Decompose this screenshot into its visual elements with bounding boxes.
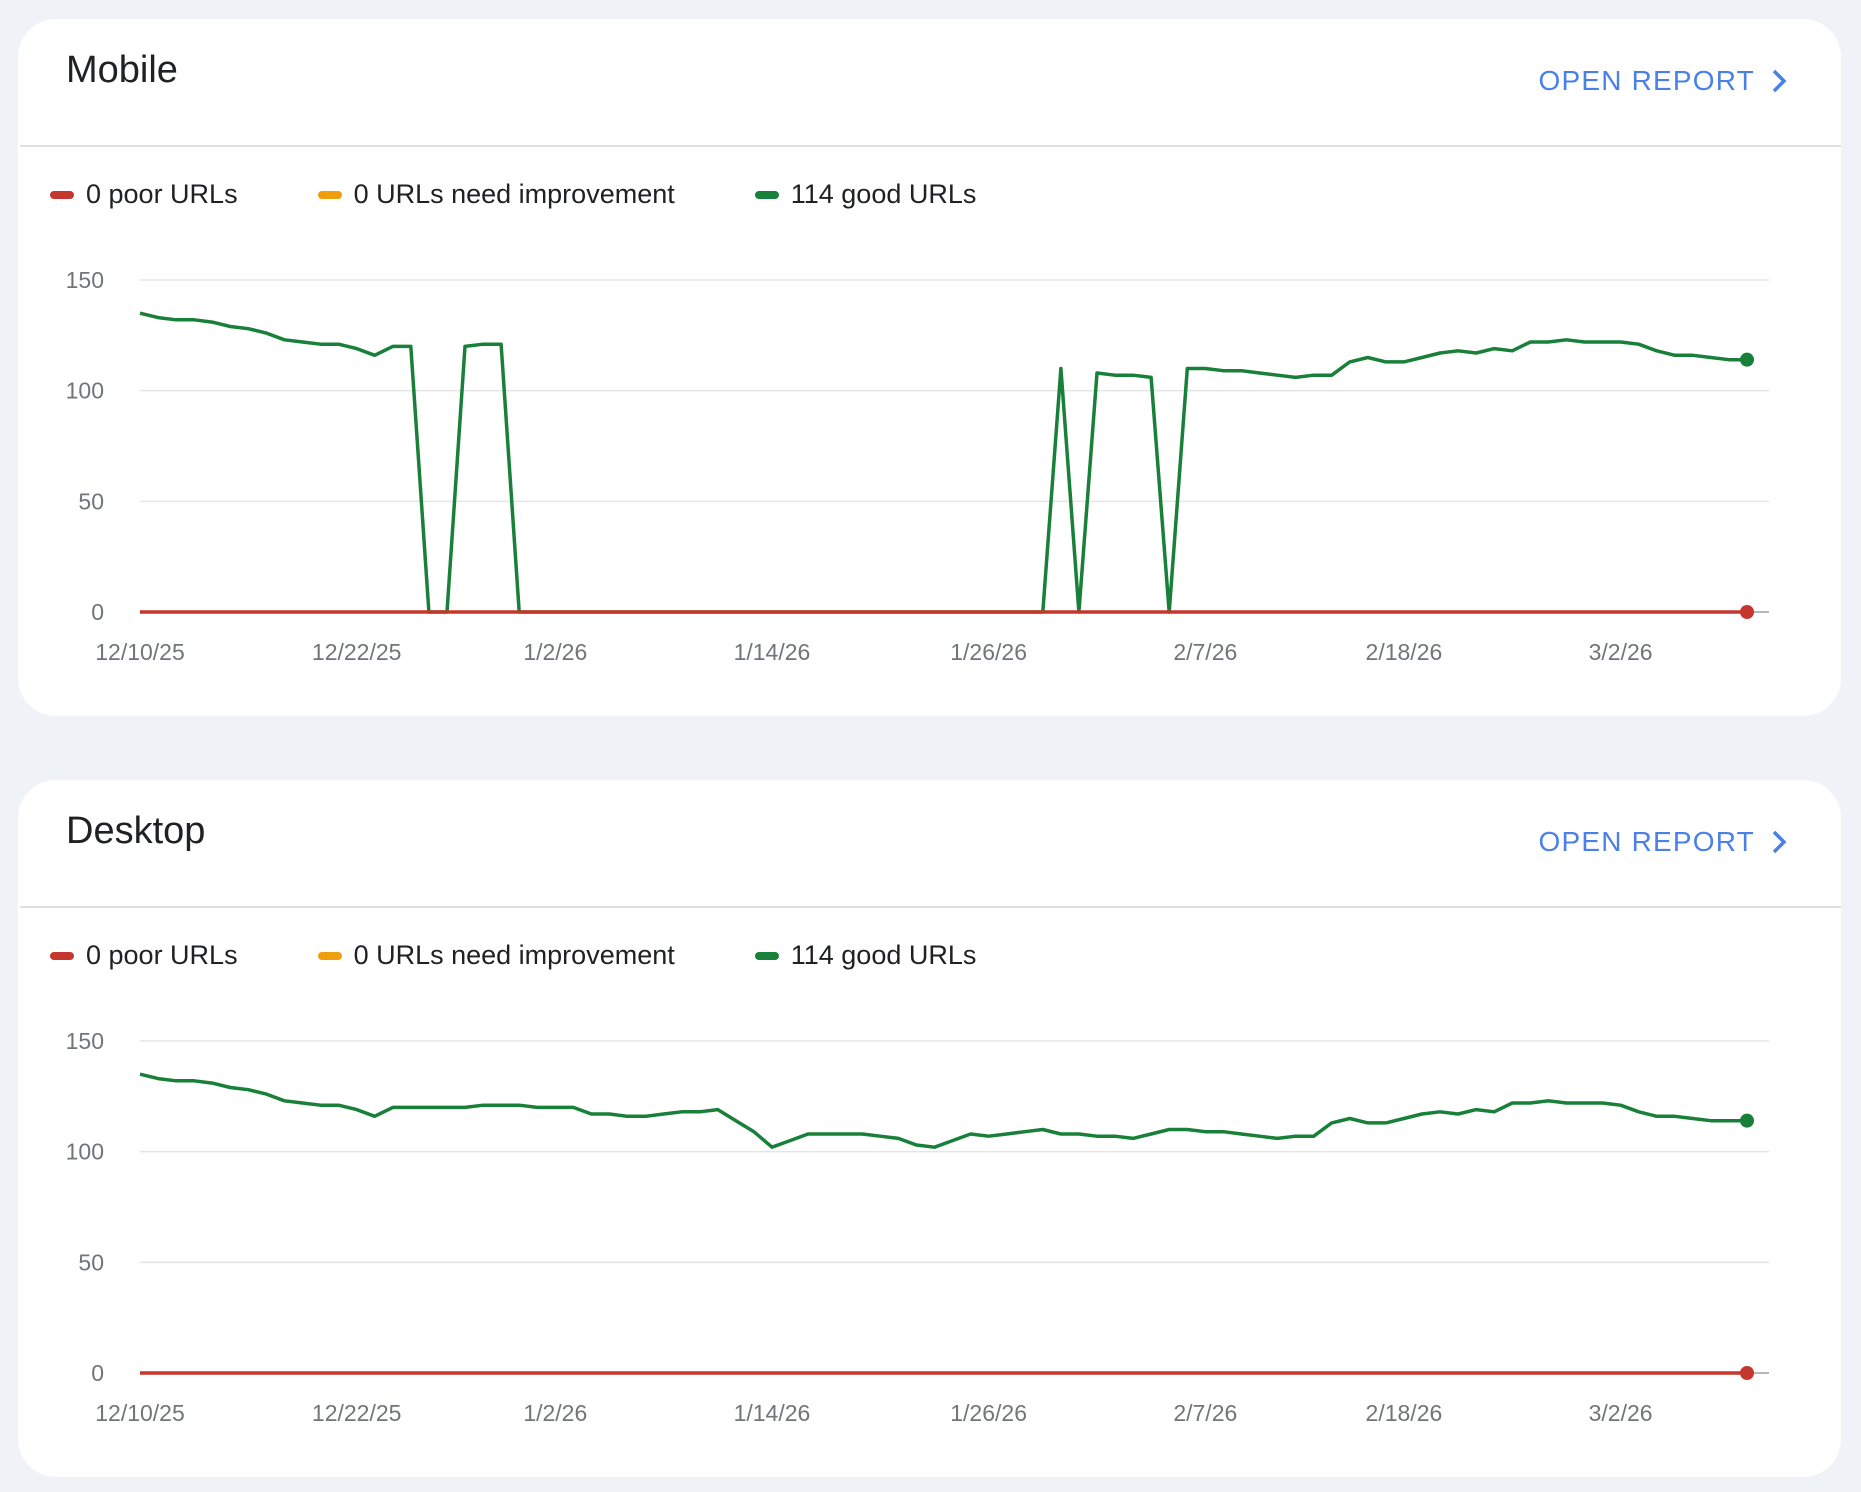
x-tick-label: 2/18/26	[1366, 639, 1443, 665]
x-tick-label: 2/18/26	[1366, 1400, 1443, 1426]
y-tick-label: 150	[66, 1028, 104, 1054]
desktop-panel: Desktop OPEN REPORT 0 poor URLs 0 URLs n…	[18, 780, 1841, 1477]
x-tick-label: 1/26/26	[950, 1400, 1027, 1426]
desktop-chart: 0 50 100 150 12/10/25 12/22/25 1/2/26 1/14/26 1/…	[66, 1028, 1769, 1426]
y-tick-label: 150	[66, 267, 104, 293]
y-tick-label: 100	[66, 1139, 104, 1165]
y-tick-label: 50	[78, 488, 104, 514]
x-tick-label: 12/10/25	[95, 1400, 185, 1426]
x-tick-label: 1/2/26	[523, 1400, 587, 1426]
x-tick-label: 12/10/25	[95, 639, 185, 665]
x-tick-label: 2/7/26	[1173, 639, 1237, 665]
x-tick-label: 12/22/25	[312, 1400, 402, 1426]
x-tick-label: 1/26/26	[950, 639, 1027, 665]
y-tick-label: 0	[91, 599, 104, 625]
x-tick-label: 3/2/26	[1589, 639, 1653, 665]
last-point-good	[1740, 1113, 1754, 1128]
last-point-poor	[1740, 605, 1754, 619]
series-line-good	[139, 1072, 1747, 1149]
y-tick-label: 0	[91, 1360, 104, 1386]
x-tick-label: 1/14/26	[734, 639, 811, 665]
mobile-panel: Mobile OPEN REPORT 0 poor URLs 0 URLs ne…	[18, 19, 1841, 716]
last-point-good	[1740, 352, 1754, 367]
x-tick-label: 1/2/26	[523, 639, 587, 665]
y-tick-label: 50	[78, 1249, 104, 1275]
y-tick-label: 100	[66, 378, 104, 404]
x-tick-label: 1/14/26	[734, 1400, 811, 1426]
x-tick-label: 3/2/26	[1589, 1400, 1653, 1426]
x-tick-label: 2/7/26	[1173, 1400, 1237, 1426]
series-line-good	[139, 311, 1747, 614]
mobile-chart: 0 50 100 150 12/10/25 12/22/25 1/2/26 1/14/26 1/…	[66, 267, 1769, 665]
last-point-poor	[1740, 1366, 1754, 1380]
x-tick-label: 12/22/25	[312, 639, 402, 665]
